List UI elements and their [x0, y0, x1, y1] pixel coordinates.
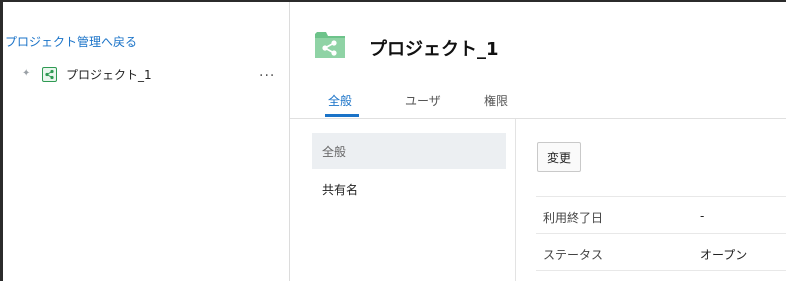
status-label: ステータス — [543, 248, 604, 262]
detail-divider — [536, 196, 786, 197]
more-options-icon[interactable]: ... — [259, 64, 275, 80]
project-share-icon — [42, 67, 57, 82]
subnav-item-general[interactable]: 全般 — [312, 133, 506, 169]
change-button[interactable]: 変更 — [537, 142, 581, 172]
page-title: プロジェクト_1 — [369, 39, 499, 60]
subnav-divider — [515, 119, 516, 281]
tree-expand-icon[interactable]: ✦ — [22, 68, 30, 79]
subnav-item-label: 全般 — [322, 145, 347, 159]
detail-divider — [536, 270, 786, 271]
tabs-divider — [290, 118, 786, 119]
active-tab-indicator — [325, 114, 359, 117]
status-value: オープン — [700, 248, 748, 262]
subnav-item-label: 共有名 — [322, 183, 359, 197]
share-network-icon — [313, 27, 347, 61]
tab-bar: 全般 ユーザ 権限 — [290, 90, 786, 118]
detail-divider — [536, 233, 786, 234]
tab-general[interactable]: 全般 — [328, 92, 352, 109]
end-date-label: 利用終了日 — [543, 211, 604, 225]
back-to-project-management-link[interactable]: プロジェクト管理へ戻る — [5, 33, 137, 50]
end-date-value: - — [700, 209, 705, 223]
app-window: プロジェクト管理へ戻る ✦ プロジェクト_1 ... プロジェクト_1 全般 ユ… — [0, 0, 786, 281]
subnav-item-share-name[interactable]: 共有名 — [312, 171, 506, 207]
sidebar-divider — [289, 2, 290, 281]
tree-item-project[interactable]: ✦ プロジェクト_1 ... — [3, 62, 289, 86]
tab-permissions[interactable]: 権限 — [484, 92, 508, 109]
tree-item-label: プロジェクト_1 — [66, 68, 152, 82]
tab-users[interactable]: ユーザ — [405, 92, 441, 109]
